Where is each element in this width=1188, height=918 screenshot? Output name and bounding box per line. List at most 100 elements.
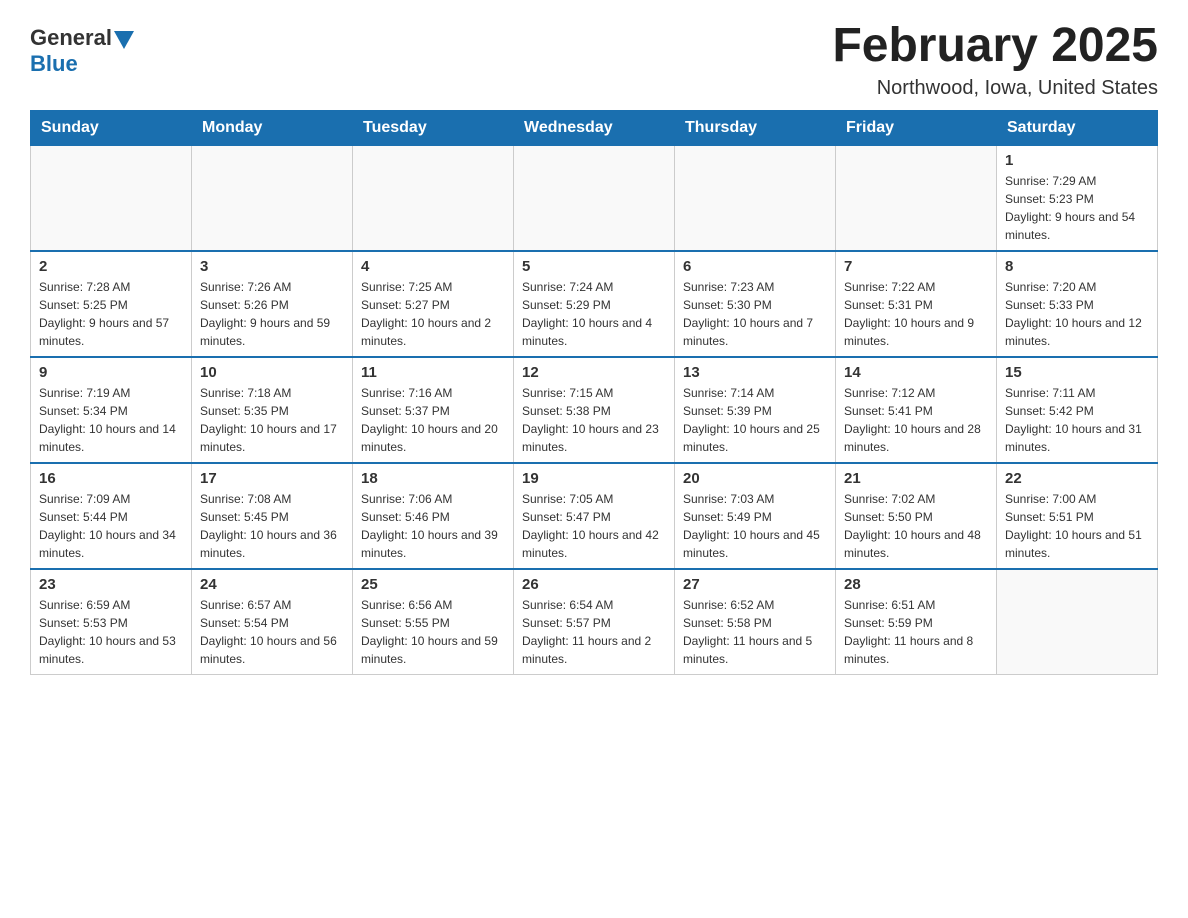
table-row: 25Sunrise: 6:56 AMSunset: 5:55 PMDayligh…	[353, 569, 514, 675]
day-number: 17	[200, 470, 344, 487]
day-number: 7	[844, 258, 988, 275]
calendar-header: Sunday Monday Tuesday Wednesday Thursday…	[31, 110, 1158, 145]
day-info: Sunrise: 7:25 AMSunset: 5:27 PMDaylight:…	[361, 278, 505, 350]
calendar-week-row: 16 Sunrise: 7:09 AMSunset: 5:44 PMDayligh…	[31, 463, 1158, 569]
table-row: 5Sunrise: 7:24 AMSunset: 5:29 PMDaylight…	[514, 251, 675, 357]
day-number: 6	[683, 258, 827, 275]
day-number: 1	[1005, 152, 1149, 169]
day-info: Sunrise: 7:00 AMSunset: 5:51 PMDaylight:…	[1005, 490, 1149, 562]
logo-blue-text: Blue	[30, 51, 78, 76]
logo: General Blue	[30, 25, 134, 77]
table-row: 14Sunrise: 7:12 AMSunset: 5:41 PMDayligh…	[836, 357, 997, 463]
day-number: 18	[361, 470, 505, 487]
table-row: 15 Sunrise: 7:11 AMSunset: 5:42 PMDayligh…	[997, 357, 1158, 463]
day-info: Sunrise: 7:22 AMSunset: 5:31 PMDaylight:…	[844, 278, 988, 350]
table-row	[836, 145, 997, 251]
header-thursday: Thursday	[675, 110, 836, 145]
day-number: 20	[683, 470, 827, 487]
day-info: Sunrise: 7:11 AMSunset: 5:42 PMDaylight:…	[1005, 384, 1149, 456]
table-row: 1 Sunrise: 7:29 AMSunset: 5:23 PMDaylight…	[997, 145, 1158, 251]
table-row: 18 Sunrise: 7:06 AMSunset: 5:46 PMDayligh…	[353, 463, 514, 569]
table-row: 26 Sunrise: 6:54 AMSunset: 5:57 PMDayligh…	[514, 569, 675, 675]
header-monday: Monday	[192, 110, 353, 145]
day-number: 26	[522, 576, 666, 593]
day-number: 8	[1005, 258, 1149, 275]
title-block: February 2025 Northwood, Iowa, United St…	[832, 20, 1158, 100]
day-info: Sunrise: 6:54 AMSunset: 5:57 PMDaylight:…	[522, 596, 666, 668]
day-info: Sunrise: 7:15 AMSunset: 5:38 PMDaylight:…	[522, 384, 666, 456]
header-tuesday: Tuesday	[353, 110, 514, 145]
day-info: Sunrise: 7:20 AMSunset: 5:33 PMDaylight:…	[1005, 278, 1149, 350]
day-number: 12	[522, 364, 666, 381]
day-number: 4	[361, 258, 505, 275]
table-row: 16 Sunrise: 7:09 AMSunset: 5:44 PMDayligh…	[31, 463, 192, 569]
weekday-header-row: Sunday Monday Tuesday Wednesday Thursday…	[31, 110, 1158, 145]
table-row: 6 Sunrise: 7:23 AMSunset: 5:30 PMDaylight…	[675, 251, 836, 357]
month-title: February 2025	[832, 20, 1158, 73]
table-row: 19Sunrise: 7:05 AMSunset: 5:47 PMDayligh…	[514, 463, 675, 569]
day-number: 24	[200, 576, 344, 593]
day-info: Sunrise: 7:06 AMSunset: 5:46 PMDaylight:…	[361, 490, 505, 562]
table-row: 28Sunrise: 6:51 AMSunset: 5:59 PMDayligh…	[836, 569, 997, 675]
day-info: Sunrise: 7:08 AMSunset: 5:45 PMDaylight:…	[200, 490, 344, 562]
page-header: General Blue February 2025 Northwood, Io…	[30, 20, 1158, 100]
table-row	[514, 145, 675, 251]
table-row: 4 Sunrise: 7:25 AMSunset: 5:27 PMDaylight…	[353, 251, 514, 357]
table-row: 12 Sunrise: 7:15 AMSunset: 5:38 PMDayligh…	[514, 357, 675, 463]
day-info: Sunrise: 7:29 AMSunset: 5:23 PMDaylight:…	[1005, 172, 1149, 244]
calendar-week-row: 9 Sunrise: 7:19 AMSunset: 5:34 PMDaylight…	[31, 357, 1158, 463]
header-sunday: Sunday	[31, 110, 192, 145]
table-row: 7 Sunrise: 7:22 AMSunset: 5:31 PMDaylight…	[836, 251, 997, 357]
table-row	[192, 145, 353, 251]
day-info: Sunrise: 7:18 AMSunset: 5:35 PMDaylight:…	[200, 384, 344, 456]
table-row	[997, 569, 1158, 675]
table-row: 8 Sunrise: 7:20 AMSunset: 5:33 PMDaylight…	[997, 251, 1158, 357]
day-info: Sunrise: 7:05 AMSunset: 5:47 PMDaylight:…	[522, 490, 666, 562]
logo-general-text: General	[30, 25, 112, 51]
day-number: 10	[200, 364, 344, 381]
day-number: 22	[1005, 470, 1149, 487]
day-number: 9	[39, 364, 183, 381]
day-number: 21	[844, 470, 988, 487]
day-number: 27	[683, 576, 827, 593]
table-row: 17 Sunrise: 7:08 AMSunset: 5:45 PMDayligh…	[192, 463, 353, 569]
day-info: Sunrise: 7:19 AMSunset: 5:34 PMDaylight:…	[39, 384, 183, 456]
logo-wordmark: General Blue	[30, 25, 134, 77]
table-row: 11 Sunrise: 7:16 AMSunset: 5:37 PMDayligh…	[353, 357, 514, 463]
calendar-week-row: 23Sunrise: 6:59 AMSunset: 5:53 PMDayligh…	[31, 569, 1158, 675]
calendar-week-row: 2Sunrise: 7:28 AMSunset: 5:25 PMDaylight…	[31, 251, 1158, 357]
table-row: 24Sunrise: 6:57 AMSunset: 5:54 PMDayligh…	[192, 569, 353, 675]
table-row: 22 Sunrise: 7:00 AMSunset: 5:51 PMDayligh…	[997, 463, 1158, 569]
table-row	[31, 145, 192, 251]
table-row: 21Sunrise: 7:02 AMSunset: 5:50 PMDayligh…	[836, 463, 997, 569]
header-saturday: Saturday	[997, 110, 1158, 145]
day-info: Sunrise: 7:16 AMSunset: 5:37 PMDaylight:…	[361, 384, 505, 456]
day-info: Sunrise: 7:23 AMSunset: 5:30 PMDaylight:…	[683, 278, 827, 350]
day-number: 13	[683, 364, 827, 381]
day-number: 11	[361, 364, 505, 381]
table-row	[353, 145, 514, 251]
table-row: 2Sunrise: 7:28 AMSunset: 5:25 PMDaylight…	[31, 251, 192, 357]
table-row	[675, 145, 836, 251]
day-number: 15	[1005, 364, 1149, 381]
triangle-down-icon	[114, 31, 134, 49]
day-number: 16	[39, 470, 183, 487]
day-info: Sunrise: 7:03 AMSunset: 5:49 PMDaylight:…	[683, 490, 827, 562]
day-info: Sunrise: 7:24 AMSunset: 5:29 PMDaylight:…	[522, 278, 666, 350]
day-number: 23	[39, 576, 183, 593]
table-row: 10 Sunrise: 7:18 AMSunset: 5:35 PMDayligh…	[192, 357, 353, 463]
day-info: Sunrise: 6:56 AMSunset: 5:55 PMDaylight:…	[361, 596, 505, 668]
calendar-table: Sunday Monday Tuesday Wednesday Thursday…	[30, 110, 1158, 675]
day-number: 2	[39, 258, 183, 275]
location-text: Northwood, Iowa, United States	[832, 77, 1158, 100]
day-info: Sunrise: 7:09 AMSunset: 5:44 PMDaylight:…	[39, 490, 183, 562]
day-info: Sunrise: 6:52 AMSunset: 5:58 PMDaylight:…	[683, 596, 827, 668]
day-info: Sunrise: 6:51 AMSunset: 5:59 PMDaylight:…	[844, 596, 988, 668]
table-row: 20 Sunrise: 7:03 AMSunset: 5:49 PMDayligh…	[675, 463, 836, 569]
table-row: 13Sunrise: 7:14 AMSunset: 5:39 PMDayligh…	[675, 357, 836, 463]
day-info: Sunrise: 7:26 AMSunset: 5:26 PMDaylight:…	[200, 278, 344, 350]
day-number: 3	[200, 258, 344, 275]
header-wednesday: Wednesday	[514, 110, 675, 145]
header-friday: Friday	[836, 110, 997, 145]
day-number: 14	[844, 364, 988, 381]
